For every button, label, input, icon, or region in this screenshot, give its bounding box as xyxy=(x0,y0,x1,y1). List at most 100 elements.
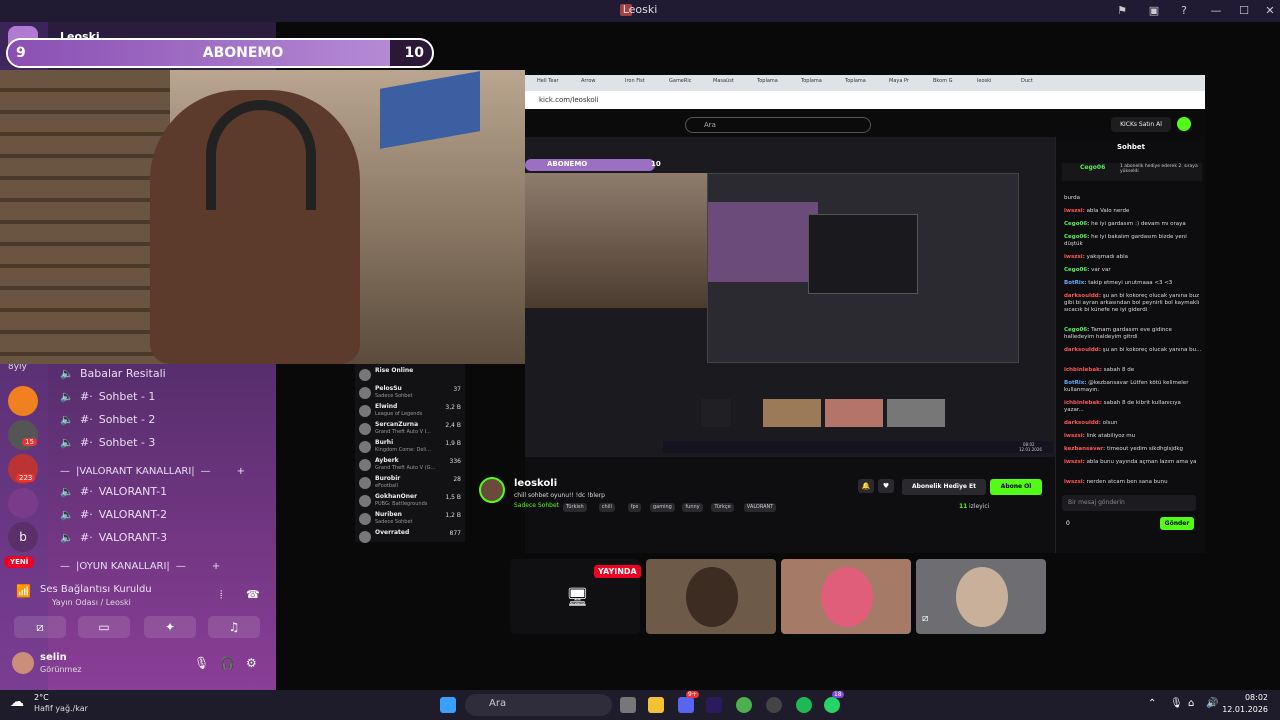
discord-icon[interactable]: 9+ xyxy=(678,691,699,713)
voice-channel[interactable]: 🔈 #· Sohbet - 2 xyxy=(60,413,155,426)
browser-tab[interactable]: Toplama xyxy=(845,78,866,84)
chat-username[interactable]: Cego06: xyxy=(1064,327,1089,333)
browser-tab[interactable]: leoski xyxy=(977,78,991,84)
voice-channel[interactable]: 🔈 #· Sohbet - 3 xyxy=(60,436,155,449)
close-button[interactable]: ✕ xyxy=(1262,3,1278,19)
chat-username[interactable]: darksouldd: xyxy=(1064,420,1101,426)
server-icon-5[interactable]: b xyxy=(8,522,38,552)
browser-tab[interactable]: Toplama xyxy=(757,78,778,84)
valorant-channel[interactable]: 🔈 #· VALORANT-3 xyxy=(60,531,167,544)
weather-icon[interactable]: ☁ xyxy=(10,694,24,710)
clock-date[interactable]: 12.01.2026 xyxy=(1216,705,1268,714)
call-tile-user-1[interactable] xyxy=(646,559,776,634)
browser-tab[interactable]: Toplama xyxy=(801,78,822,84)
chat-username[interactable]: iwszsi: xyxy=(1064,479,1085,485)
browser-tab[interactable]: Duct xyxy=(1021,78,1033,84)
call-tile-user-2[interactable] xyxy=(781,559,911,634)
browser-tab[interactable]: Maya Pr xyxy=(889,78,909,84)
browser-tab[interactable]: Masaüst xyxy=(713,78,734,84)
noise-icon[interactable]: ⦙ xyxy=(220,588,222,602)
chat-username[interactable]: iwszsi: xyxy=(1064,433,1085,439)
server-icon-3[interactable]: 223 xyxy=(8,454,38,484)
activities-button[interactable]: ✦ xyxy=(144,616,196,638)
maximize-button[interactable]: ☐ xyxy=(1236,3,1252,19)
browser-tab[interactable]: Iron Fist xyxy=(625,78,645,84)
task-view-icon[interactable] xyxy=(620,697,636,713)
chat-username[interactable]: iwszsi: xyxy=(1064,208,1085,214)
screen-share-button[interactable]: ▭ xyxy=(78,616,130,638)
streamer-avatar[interactable] xyxy=(479,477,505,503)
url-text[interactable]: kick.com/leoskoli xyxy=(539,96,599,104)
stream-tag[interactable]: Türkçe xyxy=(711,503,734,512)
kicks-buy-button[interactable]: KICKs Satın Al xyxy=(1111,117,1171,132)
server-icon-4[interactable] xyxy=(8,488,38,518)
chat-username[interactable]: darksouldd: xyxy=(1064,347,1101,353)
browser-tab[interactable]: Bkom G xyxy=(933,78,953,84)
weather-temp[interactable]: 2°C xyxy=(34,693,49,702)
chat-username[interactable]: iwszsi: xyxy=(1064,459,1085,465)
voice-status-title[interactable]: Ses Bağlantısı Kuruldu xyxy=(40,584,152,595)
bell-icon[interactable]: 🔔 xyxy=(858,479,874,493)
weather-desc[interactable]: Hafif yağ./kar xyxy=(34,704,88,713)
chat-username[interactable]: Cego06: xyxy=(1064,234,1089,240)
chat-username[interactable]: ichbinlebak: xyxy=(1064,400,1102,406)
valorant-channel[interactable]: 🔈 #· VALORANT-2 xyxy=(60,508,167,521)
streamer-name[interactable]: leoskoli xyxy=(514,478,557,489)
heart-icon[interactable]: ♥ xyxy=(878,479,894,493)
taskbar-search[interactable]: Ara xyxy=(465,694,612,716)
whatsapp-icon[interactable]: 18 xyxy=(824,691,844,713)
chat-input[interactable]: Bir mesaj gönderin xyxy=(1062,495,1196,511)
valorant-channel[interactable]: 🔈 #· VALORANT-1 xyxy=(60,485,167,498)
help-icon[interactable]: ? xyxy=(1176,3,1192,19)
category-oyun[interactable]: — |OYUN KANALLARI| — + xyxy=(60,561,220,572)
file-explorer-icon[interactable] xyxy=(648,697,664,713)
call-tile-user-3[interactable]: ⧄ xyxy=(916,559,1046,634)
chat-username[interactable]: darksouldd: xyxy=(1064,293,1101,299)
stream-tag[interactable]: gaming xyxy=(650,503,675,512)
screen-share-icon[interactable]: ▣ xyxy=(1146,3,1162,19)
server-icon-2[interactable]: 15 xyxy=(8,420,38,450)
voice-channel[interactable]: 🔈 #· Sohbet - 1 xyxy=(60,390,155,403)
browser-tab[interactable]: Hell Tear xyxy=(537,78,559,84)
stream-tag[interactable]: VALORANT xyxy=(743,503,777,512)
minimize-button[interactable]: — xyxy=(1208,3,1224,19)
premiere-icon[interactable] xyxy=(706,697,722,713)
gear-icon[interactable]: ⚙ xyxy=(246,656,257,670)
stream-tag[interactable]: Türkish xyxy=(563,503,587,512)
browser-tab[interactable]: Arrow xyxy=(581,78,595,84)
voice-channel[interactable]: 🔈 Babalar Resitali xyxy=(60,367,166,380)
network-icon[interactable]: ⌂ xyxy=(1188,698,1194,709)
chat-username[interactable]: ichbinlebak: xyxy=(1064,367,1102,373)
chat-username[interactable]: kezbansavar: xyxy=(1064,446,1105,452)
disconnect-icon[interactable]: ☎ xyxy=(246,588,260,601)
category-valorant[interactable]: — |VALORANT KANALLARI| — + xyxy=(60,466,245,477)
camera-off-button[interactable]: ⧄ xyxy=(14,616,66,638)
stream-category[interactable]: Sadece Sohbet xyxy=(514,502,559,509)
address-bar[interactable]: kick.com/leoskoli xyxy=(525,91,1205,109)
stream-tag[interactable]: fps xyxy=(627,503,642,512)
subscribe-button[interactable]: Abone Ol xyxy=(990,479,1042,495)
chat-username[interactable]: Cego06: xyxy=(1064,267,1089,273)
headphones-icon[interactable]: 🎧 xyxy=(220,656,235,670)
browser-tab[interactable]: GameRic xyxy=(669,78,692,84)
server-icon-1[interactable] xyxy=(8,386,38,416)
soundboard-button[interactable]: ♫ xyxy=(208,616,260,638)
microphone-icon[interactable]: 🎙 xyxy=(194,656,209,670)
mic-tray-icon[interactable]: 🎙 xyxy=(1170,698,1183,709)
chrome-icon[interactable] xyxy=(736,697,752,713)
stream-tag[interactable]: funny xyxy=(682,503,703,512)
send-button[interactable]: Gönder xyxy=(1160,517,1194,530)
chat-username[interactable]: Cego06: xyxy=(1064,221,1089,227)
chat-username[interactable]: BotRix: xyxy=(1064,380,1086,386)
spotify-icon[interactable] xyxy=(796,697,812,713)
stream-tag[interactable]: chill xyxy=(598,503,615,512)
obs-icon[interactable] xyxy=(766,697,782,713)
search-input[interactable]: Ara xyxy=(685,117,871,133)
avatar[interactable] xyxy=(12,652,34,674)
following-item[interactable]: Overrated 877 xyxy=(359,528,463,550)
avatar[interactable] xyxy=(1177,117,1191,131)
voice-status-subtitle[interactable]: Yayın Odası / Leoski xyxy=(52,598,131,607)
start-icon[interactable] xyxy=(440,697,456,713)
chat-username[interactable]: BotRix: xyxy=(1064,280,1086,286)
tray-arrow-icon[interactable]: ⌃ xyxy=(1148,698,1156,709)
